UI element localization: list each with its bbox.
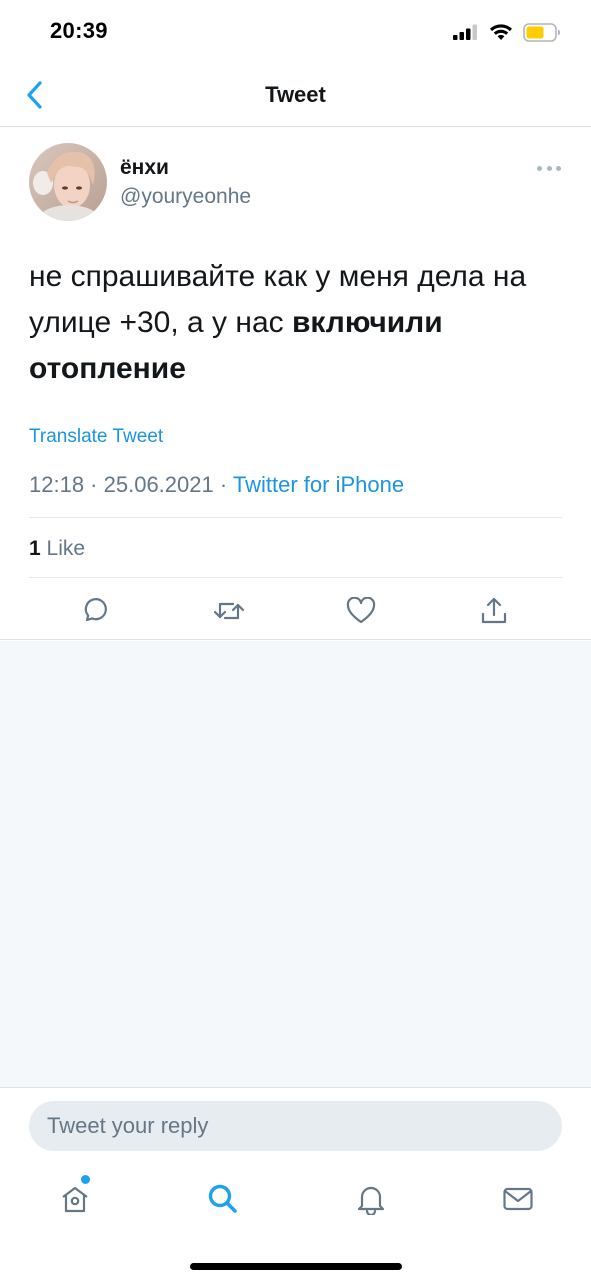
divider	[29, 577, 562, 578]
meta-separator: ·	[213, 472, 233, 497]
tab-bar	[0, 1167, 591, 1280]
replies-area	[0, 641, 591, 1087]
status-icons	[453, 20, 561, 44]
tab-messages[interactable]	[498, 1179, 538, 1219]
home-indicator	[190, 1263, 402, 1270]
tab-home[interactable]	[55, 1179, 95, 1219]
tweet-card: ёнхи @youryeonhe не спрашивайте как у ме…	[0, 128, 591, 640]
meta-separator: ·	[84, 472, 104, 497]
likes-count[interactable]: 1 Like	[29, 537, 85, 561]
more-options-icon[interactable]	[537, 162, 561, 174]
share-icon	[481, 597, 507, 624]
home-icon	[62, 1186, 88, 1213]
page-title: Tweet	[265, 82, 326, 107]
cellular-signal-icon	[453, 24, 477, 40]
display-name[interactable]: ёнхи	[120, 156, 169, 180]
reply-button[interactable]	[77, 593, 113, 629]
notification-dot	[81, 1175, 90, 1184]
tweet-time: 12:18	[29, 472, 85, 497]
nav-bar: Tweet	[0, 64, 591, 127]
like-count-number: 1	[29, 537, 41, 560]
user-handle[interactable]: @youryeonhe	[120, 185, 251, 209]
tweet-text-regular: не спрашивайте как у меня дела на улице …	[29, 260, 527, 339]
retweet-button[interactable]	[211, 593, 247, 629]
avatar-image	[29, 143, 107, 221]
search-icon	[208, 1184, 237, 1213]
tab-notifications[interactable]	[351, 1179, 391, 1219]
tweet-text: не спрашивайте как у меня дела на улице …	[29, 254, 564, 392]
avatar[interactable]	[29, 143, 107, 221]
like-count-label: Like	[46, 537, 86, 560]
tweet-meta: 12:18 · 25.06.2021 · Twitter for iPhone	[29, 472, 404, 498]
tweet-source-link[interactable]: Twitter for iPhone	[233, 472, 404, 497]
mail-icon	[503, 1187, 533, 1211]
like-button[interactable]	[343, 593, 379, 629]
reply-input[interactable]	[29, 1101, 562, 1151]
divider	[29, 517, 562, 518]
status-time: 20:39	[50, 18, 108, 43]
translate-tweet-link[interactable]: Translate Tweet	[29, 426, 163, 448]
share-button[interactable]	[476, 593, 512, 629]
reply-icon	[84, 598, 107, 622]
tab-search[interactable]	[203, 1179, 243, 1219]
status-bar: 20:39	[0, 0, 591, 64]
tweet-date: 25.06.2021	[103, 472, 214, 497]
heart-icon	[346, 597, 376, 624]
wifi-icon	[490, 24, 512, 40]
retweet-icon	[213, 602, 245, 620]
tweet-actions	[0, 593, 591, 629]
bell-icon	[357, 1186, 385, 1215]
battery-icon	[523, 22, 560, 42]
reply-bar	[0, 1087, 591, 1167]
